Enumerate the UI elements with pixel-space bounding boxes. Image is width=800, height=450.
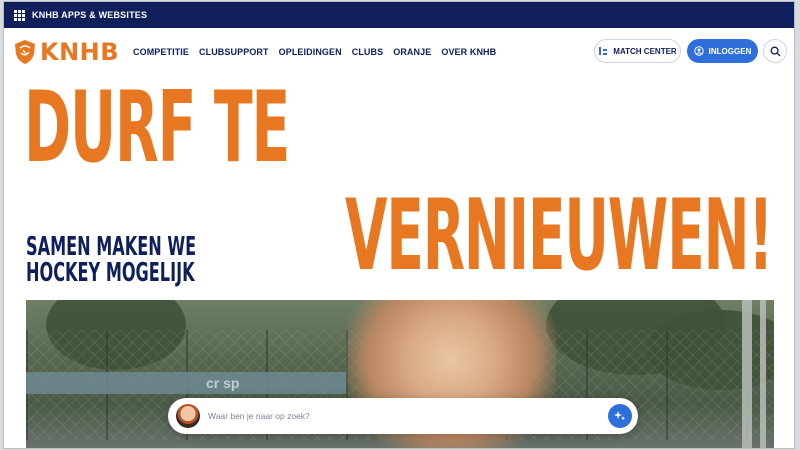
apps-websites-bar[interactable]: KNHB APPS & WEBSITES (4, 2, 794, 28)
site-search-input[interactable] (208, 407, 588, 425)
main-navigation: KNHB COMPETITIE CLUBSUPPORT OPLEIDINGEN … (4, 28, 794, 76)
login-label: INLOGGEN (708, 46, 752, 56)
hero-banner-text: cr sp (206, 375, 240, 391)
menu-item-over-knhb[interactable]: OVER KNHB (441, 47, 496, 57)
sparkle-icon (614, 411, 626, 421)
assistant-avatar (176, 404, 200, 428)
menu-item-clubs[interactable]: CLUBS (352, 47, 384, 57)
menu-item-clubsupport[interactable]: CLUBSUPPORT (199, 47, 269, 57)
login-button[interactable]: INLOGGEN (687, 39, 758, 63)
knhb-logo[interactable]: KNHB (14, 38, 119, 66)
hero-headline-line1: DURF TE (24, 71, 290, 185)
hero-headline-line2: VERNIEUWEN! (345, 179, 773, 293)
menu-item-competitie[interactable]: COMPETITIE (133, 47, 189, 57)
user-circle-icon (693, 46, 704, 56)
primary-menu: COMPETITIE CLUBSUPPORT OPLEIDINGEN CLUBS… (133, 47, 496, 57)
browser-window: KNHB APPS & WEBSITES KNHB COMPETITIE CLU… (4, 2, 794, 448)
site-search-bar[interactable] (168, 398, 638, 434)
search-icon (770, 46, 780, 56)
hero-subheading: SAMEN MAKEN WE HOCKEY MOGELIJK (26, 232, 197, 288)
scoreboard-icon (599, 47, 608, 55)
match-center-button[interactable]: MATCH CENTER (594, 39, 681, 63)
search-submit-button[interactable] (608, 404, 632, 428)
apps-grid-icon (14, 9, 25, 21)
header-search-button[interactable] (763, 39, 787, 63)
match-center-label: MATCH CENTER (613, 46, 677, 56)
logo-wordmark: KNHB (40, 38, 120, 66)
menu-item-oranje[interactable]: ORANJE (393, 47, 431, 57)
knhb-shield-icon (15, 40, 35, 64)
apps-websites-label: KNHB APPS & WEBSITES (32, 10, 148, 20)
menu-item-opleidingen[interactable]: OPLEIDINGEN (279, 47, 342, 57)
